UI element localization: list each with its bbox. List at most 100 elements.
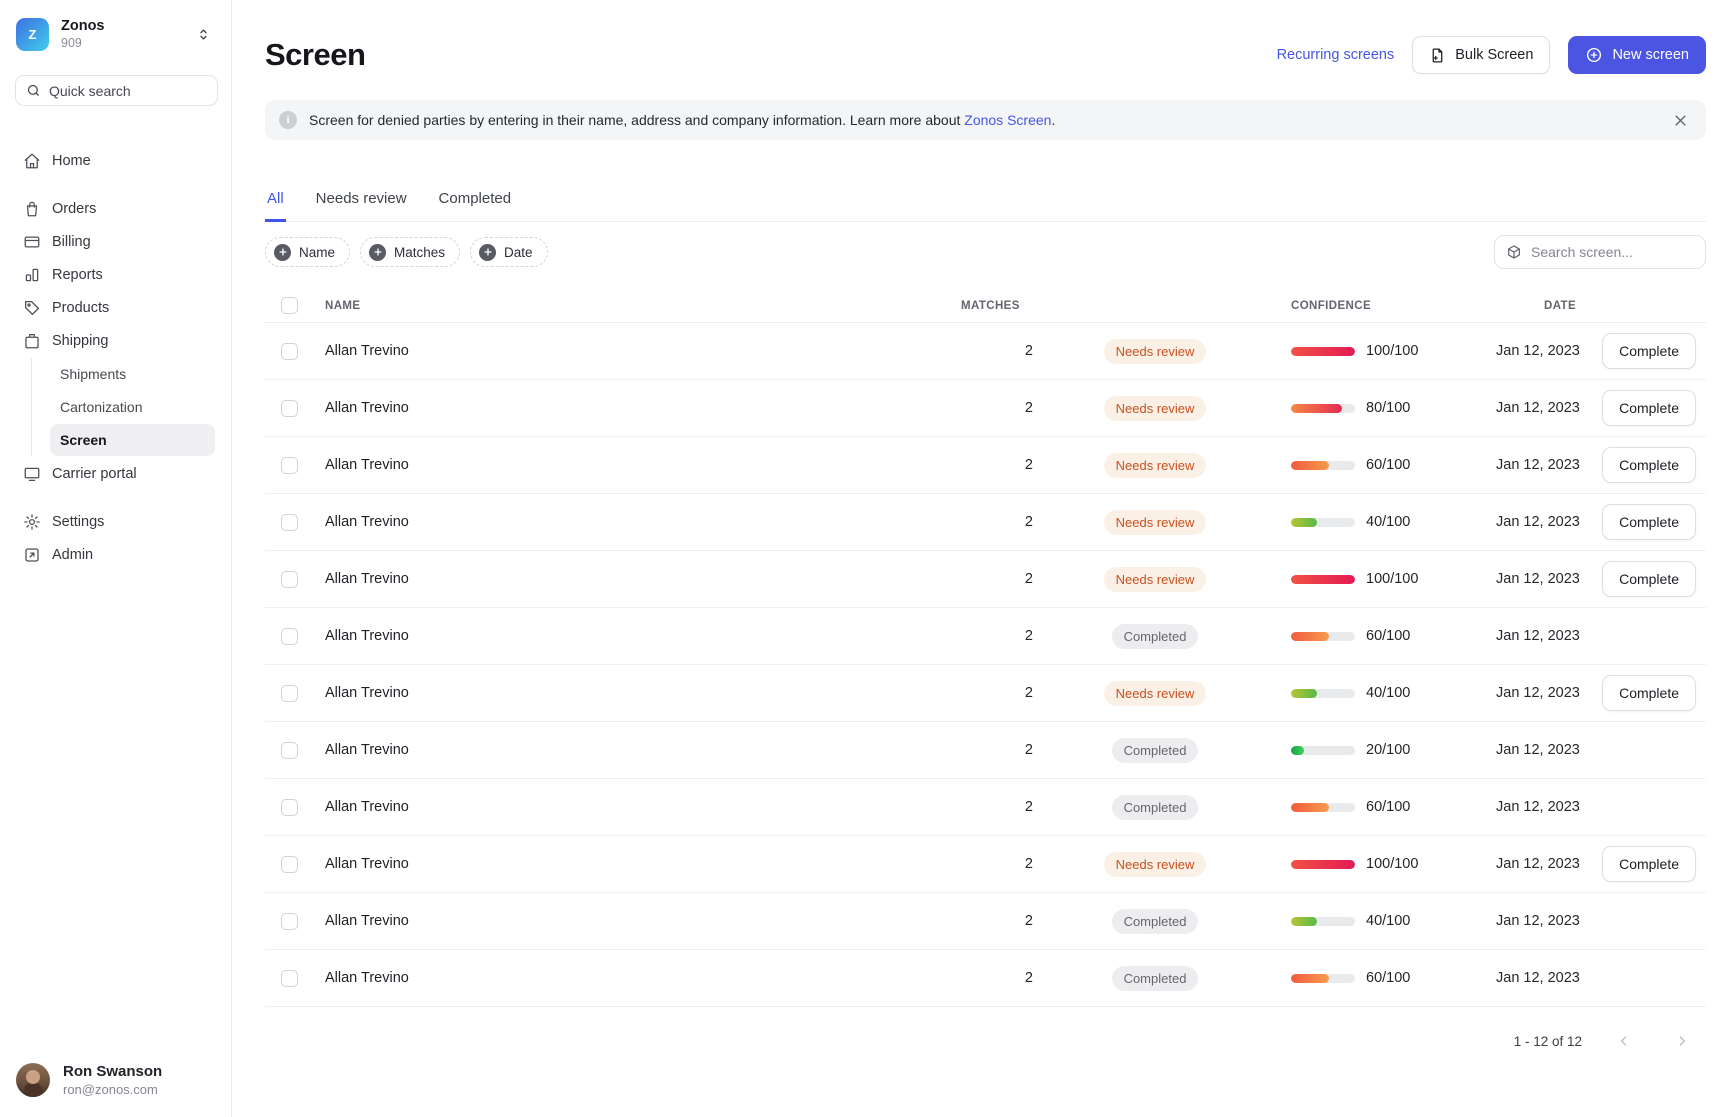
status-badge: Needs review xyxy=(1104,396,1207,421)
confidence-bar-track xyxy=(1291,746,1355,755)
confidence-cell: 60/100 xyxy=(1291,970,1496,986)
tab-needs-review[interactable]: Needs review xyxy=(314,180,409,222)
confidence-cell: 60/100 xyxy=(1291,628,1496,644)
external-link-icon xyxy=(22,546,41,564)
confidence-bar-fill xyxy=(1291,746,1304,755)
table-row: Allan Trevino 2 Completed 60/100 Jan 12,… xyxy=(265,608,1706,665)
chevron-right-icon[interactable] xyxy=(1670,1029,1694,1053)
status-badge: Needs review xyxy=(1104,567,1207,592)
user-menu[interactable]: Ron Swanson ron@zonos.com xyxy=(14,1053,219,1101)
confidence-bar-fill xyxy=(1291,974,1329,983)
sidebar-item-cartonization[interactable]: Cartonization xyxy=(50,391,215,423)
sidebar-item-products[interactable]: Products xyxy=(14,291,219,324)
complete-button[interactable]: Complete xyxy=(1602,561,1696,597)
status-badge: Completed xyxy=(1112,966,1199,991)
row-checkbox[interactable] xyxy=(281,514,298,531)
row-matches: 2 xyxy=(961,856,1041,872)
tab-all[interactable]: All xyxy=(265,180,286,222)
complete-button[interactable]: Complete xyxy=(1602,675,1696,711)
page-title: Screen xyxy=(265,37,365,73)
row-matches: 2 xyxy=(961,457,1041,473)
row-checkbox[interactable] xyxy=(281,913,298,930)
row-date: Jan 12, 2023 xyxy=(1496,457,1596,473)
confidence-score: 60/100 xyxy=(1366,628,1410,644)
row-matches: 2 xyxy=(961,913,1041,929)
sidebar-item-carrier-portal[interactable]: Carrier portal xyxy=(14,457,219,490)
new-screen-label: New screen xyxy=(1612,47,1689,63)
row-checkbox[interactable] xyxy=(281,343,298,360)
sidebar-item-home[interactable]: Home xyxy=(14,144,219,177)
status-badge: Needs review xyxy=(1104,339,1207,364)
sidebar-item-billing[interactable]: Billing xyxy=(14,225,219,258)
status-badge: Completed xyxy=(1112,738,1199,763)
row-matches: 2 xyxy=(961,571,1041,587)
sidebar-item-screen[interactable]: Screen xyxy=(50,424,215,456)
chevron-left-icon[interactable] xyxy=(1612,1029,1636,1053)
row-name: Allan Trevino xyxy=(317,400,961,416)
screen-search-input[interactable] xyxy=(1531,244,1694,260)
status-tabs: All Needs review Completed xyxy=(265,180,1706,222)
sidebar-item-orders[interactable]: Orders xyxy=(14,192,219,225)
complete-button[interactable]: Complete xyxy=(1602,846,1696,882)
workspace-switcher[interactable]: Z Zonos 909 xyxy=(16,18,217,51)
row-checkbox[interactable] xyxy=(281,742,298,759)
table-row: Allan Trevino 2 Completed 60/100 Jan 12,… xyxy=(265,779,1706,836)
row-matches: 2 xyxy=(961,685,1041,701)
sidebar-item-shipments[interactable]: Shipments xyxy=(50,358,215,390)
row-checkbox[interactable] xyxy=(281,571,298,588)
sidebar: Z Zonos 909 Quick search Home Orde xyxy=(0,0,232,1117)
row-checkbox[interactable] xyxy=(281,457,298,474)
table-row: Allan Trevino 2 Needs review 100/100 Jan… xyxy=(265,836,1706,893)
row-name: Allan Trevino xyxy=(317,514,961,530)
monitor-icon xyxy=(22,465,41,483)
confidence-bar-track xyxy=(1291,689,1355,698)
close-icon[interactable] xyxy=(1669,109,1692,132)
row-date: Jan 12, 2023 xyxy=(1496,343,1596,359)
complete-button[interactable]: Complete xyxy=(1602,333,1696,369)
sidebar-nav: Home Orders Billing Reports Products S xyxy=(14,144,219,1053)
table-header: NAME MATCHES CONFIDENCE DATE xyxy=(265,289,1706,323)
sidebar-item-label: Shipping xyxy=(52,333,108,349)
confidence-cell: 40/100 xyxy=(1291,514,1496,530)
filter-chip-date[interactable]: Date xyxy=(470,237,548,267)
row-checkbox[interactable] xyxy=(281,628,298,645)
row-date: Jan 12, 2023 xyxy=(1496,856,1596,872)
sidebar-item-admin[interactable]: Admin xyxy=(14,538,219,571)
sidebar-item-label: Billing xyxy=(52,234,91,250)
sidebar-item-label: Orders xyxy=(52,201,96,217)
sidebar-item-reports[interactable]: Reports xyxy=(14,258,219,291)
new-screen-button[interactable]: New screen xyxy=(1568,36,1706,74)
row-checkbox[interactable] xyxy=(281,685,298,702)
row-date: Jan 12, 2023 xyxy=(1496,970,1596,986)
unfold-icon[interactable] xyxy=(196,27,211,42)
plus-icon xyxy=(274,244,291,261)
row-checkbox[interactable] xyxy=(281,400,298,417)
sidebar-item-shipping[interactable]: Shipping xyxy=(14,324,219,357)
filter-chip-matches[interactable]: Matches xyxy=(360,237,460,267)
filter-chip-name[interactable]: Name xyxy=(265,237,350,267)
confidence-bar-fill xyxy=(1291,404,1342,413)
column-header-matches: MATCHES xyxy=(961,300,1041,312)
confidence-bar-fill xyxy=(1291,689,1317,698)
row-checkbox[interactable] xyxy=(281,970,298,987)
zonos-screen-link[interactable]: Zonos Screen xyxy=(964,112,1051,128)
sub-item-label: Cartonization xyxy=(60,399,143,415)
bulk-screen-button[interactable]: Bulk Screen xyxy=(1412,36,1550,74)
complete-button[interactable]: Complete xyxy=(1602,390,1696,426)
sidebar-item-settings[interactable]: Settings xyxy=(14,505,219,538)
row-date: Jan 12, 2023 xyxy=(1496,514,1596,530)
banner-text: Screen for denied parties by entering in… xyxy=(309,112,964,128)
info-icon: i xyxy=(279,111,297,129)
select-all-checkbox[interactable] xyxy=(281,297,298,314)
bar-chart-icon xyxy=(22,266,41,284)
complete-button[interactable]: Complete xyxy=(1602,504,1696,540)
search-icon xyxy=(26,83,41,98)
row-checkbox[interactable] xyxy=(281,856,298,873)
tab-completed[interactable]: Completed xyxy=(437,180,514,222)
recurring-screens-link[interactable]: Recurring screens xyxy=(1277,47,1395,63)
complete-button[interactable]: Complete xyxy=(1602,447,1696,483)
confidence-bar-fill xyxy=(1291,575,1355,584)
row-checkbox[interactable] xyxy=(281,799,298,816)
confidence-score: 100/100 xyxy=(1366,856,1418,872)
quick-search-input[interactable]: Quick search xyxy=(15,75,218,106)
